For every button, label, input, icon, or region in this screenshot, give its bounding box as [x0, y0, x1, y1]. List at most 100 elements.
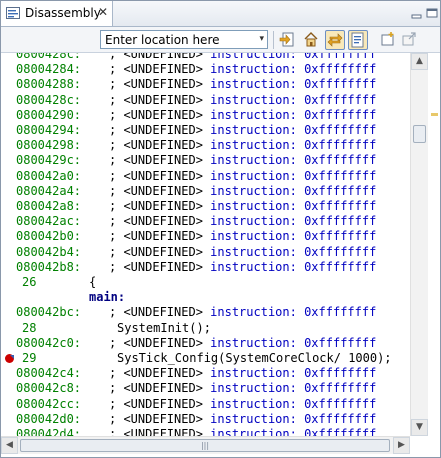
instruction-text: ; <UNDEFINED> instruction: 0xffffffff — [109, 366, 377, 381]
instruction-text: ; <UNDEFINED> instruction: 0xffffffff — [109, 107, 377, 122]
address: 080042b0: — [16, 229, 82, 244]
instruction-text: ; <UNDEFINED> instruction: 0xffffffff — [109, 77, 377, 92]
close-icon[interactable]: ✕ — [98, 6, 108, 19]
minimize-icon[interactable] — [411, 9, 423, 19]
instruction-row[interactable]: 080042a8: ; <UNDEFINED> instruction: 0xff… — [1, 199, 410, 214]
show-source-button[interactable] — [348, 30, 368, 50]
address: 08004290: — [16, 107, 82, 122]
location-input[interactable]: Enter location here — [105, 33, 220, 47]
instruction-row[interactable]: 080042c4: ; <UNDEFINED> instruction: 0xff… — [1, 366, 410, 381]
instruction-row[interactable]: 080042a0: ; <UNDEFINED> instruction: 0xff… — [1, 169, 410, 184]
scroll-up-icon[interactable]: ▲ — [411, 53, 428, 70]
address: 080042b4: — [16, 244, 82, 259]
go-to-address-button[interactable] — [278, 30, 298, 50]
instruction-row[interactable]: 080042a4: ; <UNDEFINED> instruction: 0xff… — [1, 184, 410, 199]
disassembly-view: Disassembly ✕ Enter location here ▾ 0800… — [0, 0, 441, 458]
function-label: main: — [89, 290, 126, 305]
address: 080042d4: — [16, 427, 82, 436]
instruction-text: ; <UNDEFINED> instruction: 0xffffffff — [109, 244, 377, 259]
instruction-text: ; <UNDEFINED> instruction: 0xffffffff — [109, 335, 377, 350]
open-in-view-icon — [402, 32, 416, 46]
instruction-text: ; <UNDEFINED> instruction: 0xffffffff — [109, 123, 377, 137]
open-in-view-button[interactable] — [400, 30, 420, 50]
instruction-row[interactable]: 080042d4: ; <UNDEFINED> instruction: 0xff… — [1, 427, 410, 436]
source-row[interactable]: 26 { — [1, 275, 410, 290]
address: 080042a4: — [16, 183, 82, 198]
instruction-row[interactable]: 08004294: ; <UNDEFINED> instruction: 0xff… — [1, 123, 410, 138]
overview-marker[interactable] — [431, 113, 438, 116]
tab-disassembly[interactable]: Disassembly ✕ — [1, 1, 113, 26]
address: 080042c8: — [16, 381, 82, 396]
home-button[interactable] — [302, 30, 322, 50]
source-line-number: 28 — [22, 320, 37, 335]
overview-ruler — [428, 53, 440, 436]
address: 080042bc: — [16, 305, 82, 320]
instruction-text: ; <UNDEFINED> instruction: 0xffffffff — [109, 411, 377, 426]
scroll-down-icon[interactable]: ▼ — [411, 419, 428, 436]
source-row[interactable]: 29 SysTick_Config(SystemCoreClock/ 1000); — [1, 351, 410, 366]
horizontal-scroll-thumb[interactable]: ||| — [20, 439, 390, 452]
instruction-text: ; <UNDEFINED> instruction: 0xffffffff — [109, 62, 377, 77]
instruction-text: ; <UNDEFINED> instruction: 0xffffffff — [109, 305, 377, 320]
disassembly-icon — [6, 7, 20, 19]
instruction-row[interactable]: 080042c0: ; <UNDEFINED> instruction: 0xff… — [1, 336, 410, 351]
source-line-text: SystemInit(); — [117, 320, 211, 335]
maximize-icon[interactable] — [426, 8, 438, 18]
horizontal-scrollbar[interactable]: ◀ ||| ▶ — [1, 436, 410, 454]
instruction-row[interactable]: 080042bc: ; <UNDEFINED> instruction: 0xff… — [1, 305, 410, 320]
instruction-row[interactable]: 0800428c: ; <UNDEFINED> instruction: 0xff… — [1, 53, 410, 62]
address: 0800429c: — [16, 153, 82, 168]
vertical-scrollbar[interactable]: ▲ ▼ — [410, 53, 428, 436]
instruction-row[interactable]: 080042b8: ; <UNDEFINED> instruction: 0xff… — [1, 260, 410, 275]
instruction-row[interactable]: 080042b0: ; <UNDEFINED> instruction: 0xff… — [1, 229, 410, 244]
instruction-text: ; <UNDEFINED> instruction: 0xffffffff — [109, 168, 377, 183]
address: 08004298: — [16, 138, 82, 153]
instruction-text: ; <UNDEFINED> instruction: 0xffffffff — [109, 92, 377, 107]
address: 08004284: — [16, 62, 82, 77]
instruction-row[interactable]: 08004290: ; <UNDEFINED> instruction: 0xff… — [1, 108, 410, 123]
sync-with-source-button[interactable] — [325, 30, 345, 50]
source-line-text: { — [89, 275, 97, 289]
instruction-row[interactable]: 08004298: ; <UNDEFINED> instruction: 0xff… — [1, 138, 410, 153]
vertical-scroll-thumb[interactable] — [413, 125, 426, 143]
address: 080042cc: — [16, 396, 82, 411]
source-line-text: SysTick_Config(SystemCoreClock/ 1000); — [117, 351, 392, 365]
instruction-row[interactable]: 080042d0: ; <UNDEFINED> instruction: 0xff… — [1, 412, 410, 427]
instruction-row[interactable]: 08004284: ; <UNDEFINED> instruction: 0xff… — [1, 62, 410, 77]
breakpoint-icon[interactable] — [4, 353, 15, 364]
disassembly-listing[interactable]: 0800428c: ; <UNDEFINED> instruction: 0xff… — [1, 53, 410, 436]
address: 080042a0: — [16, 168, 82, 183]
source-line-number: 29 — [22, 351, 37, 365]
instruction-text: ; <UNDEFINED> instruction: 0xffffffff — [109, 427, 377, 436]
chevron-down-icon[interactable]: ▾ — [259, 34, 264, 44]
source-line-number: 26 — [22, 275, 37, 289]
instruction-row[interactable]: 080042c8: ; <UNDEFINED> instruction: 0xff… — [1, 381, 410, 396]
instruction-text: ; <UNDEFINED> instruction: 0xffffffff — [109, 153, 377, 168]
scroll-right-icon[interactable]: ▶ — [393, 437, 410, 454]
home-icon — [304, 32, 318, 47]
instruction-row[interactable]: 080042b4: ; <UNDEFINED> instruction: 0xff… — [1, 245, 410, 260]
address: 080042d0: — [16, 411, 82, 426]
instruction-row[interactable]: 080042cc: ; <UNDEFINED> instruction: 0xff… — [1, 397, 410, 412]
instruction-text: ; <UNDEFINED> instruction: 0xffffffff — [109, 199, 377, 213]
instruction-text: ; <UNDEFINED> instruction: 0xffffffff — [109, 214, 377, 229]
instruction-text: ; <UNDEFINED> instruction: 0xffffffff — [109, 229, 377, 244]
instruction-row[interactable]: 0800429c: ; <UNDEFINED> instruction: 0xff… — [1, 153, 410, 168]
scroll-left-icon[interactable]: ◀ — [1, 437, 18, 454]
source-row[interactable]: 28 SystemInit(); — [1, 321, 410, 336]
label-row[interactable]: main: — [1, 290, 410, 305]
instruction-row[interactable]: 08004288: ; <UNDEFINED> instruction: 0xff… — [1, 77, 410, 92]
new-view-icon — [381, 32, 394, 46]
address: 080042b8: — [16, 259, 82, 274]
instruction-text: ; <UNDEFINED> instruction: 0xffffffff — [109, 381, 377, 396]
address: 080042c0: — [16, 335, 82, 350]
new-view-button[interactable] — [379, 30, 399, 50]
instruction-row[interactable]: 080042ac: ; <UNDEFINED> instruction: 0xff… — [1, 214, 410, 229]
instruction-row[interactable]: 0800428c: ; <UNDEFINED> instruction: 0xff… — [1, 93, 410, 108]
address: 08004294: — [16, 123, 82, 137]
location-combo[interactable]: Enter location here ▾ — [100, 30, 268, 49]
address: 080042a8: — [16, 199, 82, 213]
tab-bar: Disassembly ✕ — [1, 1, 440, 27]
instruction-text: ; <UNDEFINED> instruction: 0xffffffff — [109, 396, 377, 411]
address: 08004288: — [16, 77, 82, 92]
